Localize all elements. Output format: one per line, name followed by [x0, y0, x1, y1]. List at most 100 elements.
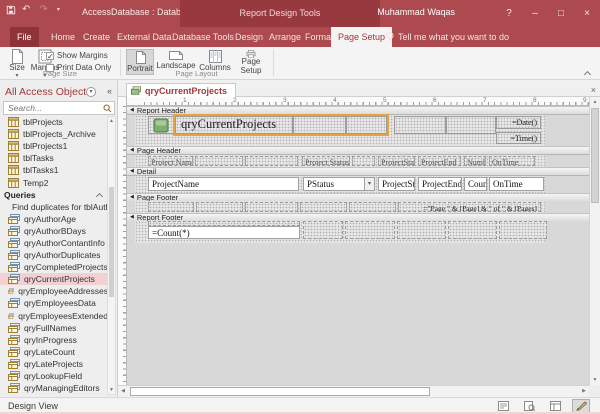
save-icon[interactable]	[6, 5, 16, 15]
nav-menu-icon[interactable]: ▾	[86, 87, 96, 97]
nav-item[interactable]: qryLateCount	[0, 346, 108, 358]
design-vertical-scrollbar[interactable]: ▲ ▼	[589, 97, 600, 385]
nav-item[interactable]: qryAuthorContantInfo	[0, 237, 108, 249]
nav-item[interactable]: tblTasks	[0, 152, 108, 164]
page-header-label-cell[interactable]: Numb	[464, 156, 486, 166]
nav-item[interactable]: qryAuthorBDays	[0, 225, 108, 237]
detail-bar[interactable]: ◀ Detail	[127, 167, 589, 176]
nav-item[interactable]: qryCurrentProjects	[0, 273, 108, 285]
search-input[interactable]	[6, 102, 100, 114]
empty-header-cell[interactable]	[394, 116, 446, 134]
date-textbox[interactable]: =Date()	[496, 116, 541, 129]
page-footer-cell[interactable]	[300, 202, 347, 212]
print-preview-button[interactable]	[520, 399, 538, 413]
time-textbox[interactable]: =Time()	[496, 132, 541, 144]
document-tab[interactable]: qryCurrentProjects	[126, 83, 236, 97]
page-header-label-cell[interactable]: ProjectEnd	[418, 156, 461, 166]
nav-item[interactable]: tblProjects_Archive	[0, 128, 108, 140]
scroll-down-icon[interactable]: ▼	[590, 377, 600, 383]
tab-page-setup[interactable]: Page Setup	[331, 27, 392, 47]
page-number-textbox[interactable]: ="Page " & [Page] & " of " & [Pages]	[398, 202, 541, 212]
design-view-button[interactable]	[572, 399, 590, 413]
nav-search-box[interactable]	[3, 101, 115, 115]
nav-item[interactable]: qryCompletedProjects	[0, 261, 108, 273]
nav-group-header[interactable]: Queries	[0, 189, 108, 201]
report-footer-cell[interactable]	[303, 221, 343, 239]
nav-scrollbar[interactable]: ▲ ▼	[107, 116, 116, 395]
page-footer-band[interactable]: ="Page " & [Page] & " of " & [Pages]	[127, 201, 589, 213]
page-footer-cell[interactable]	[245, 202, 298, 212]
selection-border[interactable]	[173, 114, 389, 136]
scroll-thumb[interactable]	[130, 387, 430, 396]
detail-field-ProjectEnd[interactable]: ProjectEnd	[418, 177, 462, 191]
nav-item[interactable]: qryInProgress	[0, 334, 108, 346]
detail-field-OnTime[interactable]: OnTime	[489, 177, 544, 191]
scroll-up-icon[interactable]: ▲	[590, 99, 600, 105]
detail-field-ProjectStart[interactable]: ProjectStart	[378, 177, 415, 191]
report-footer-cell[interactable]	[499, 221, 547, 239]
nav-item[interactable]: qryFullNames	[0, 322, 108, 334]
report-footer-cell[interactable]	[345, 221, 395, 239]
show-margins-checkbox[interactable]: ✓ Show Margins	[46, 51, 108, 60]
detail-field-ProjectName[interactable]: ProjectName	[148, 177, 299, 191]
scroll-down-icon[interactable]: ▼	[108, 387, 115, 393]
nav-item[interactable]: qryLookupField	[0, 370, 108, 382]
scroll-right-icon[interactable]: ▶	[579, 386, 589, 397]
page-header-label-cell[interactable]	[352, 156, 375, 166]
page-header-label-cell[interactable]: ProjectStart	[378, 156, 415, 166]
layout-view-button[interactable]	[546, 399, 564, 413]
collapse-group-icon[interactable]	[96, 193, 103, 200]
redo-icon[interactable]: ↷▾	[39, 5, 50, 15]
tab-file[interactable]: File	[10, 27, 39, 47]
nav-item[interactable]: tblProjects	[0, 116, 108, 128]
minimize-button[interactable]: –	[522, 0, 548, 27]
scroll-left-icon[interactable]: ◀	[118, 386, 128, 397]
nav-item[interactable]: qryManagingEditors	[0, 382, 108, 394]
detail-field-PStatus[interactable]: PStatus▾	[303, 177, 375, 191]
page-header-label-cell[interactable]: Project Status	[302, 156, 350, 166]
page-footer-cell[interactable]	[148, 202, 194, 212]
nav-scroll-thumb[interactable]	[109, 187, 114, 297]
scroll-thumb[interactable]	[591, 108, 599, 203]
page-footer-cell[interactable]	[196, 202, 243, 212]
help-button[interactable]: ?	[496, 0, 522, 27]
page-header-band[interactable]: Project Name Project Status ProjectStartPr…	[127, 155, 589, 167]
nav-item[interactable]: qryAuthorAge	[0, 213, 108, 225]
nav-item[interactable]: qryEmployeeAddresses	[0, 285, 108, 297]
count-textbox[interactable]: =Count(*)	[148, 226, 300, 239]
customize-toolbar-icon[interactable]: ▾	[57, 7, 60, 13]
close-document-icon[interactable]: ×	[591, 83, 596, 97]
nav-item[interactable]: Temp2	[0, 176, 108, 188]
nav-item[interactable]: Find duplicates for tblAuthors	[0, 201, 108, 213]
detail-band[interactable]: ProjectName PStatus▾ProjectStartProjectEn…	[127, 176, 589, 193]
combo-dropdown-icon[interactable]: ▾	[364, 178, 374, 190]
report-header-band[interactable]: qryCurrentProjects =Date() =Time()	[127, 115, 589, 146]
nav-item[interactable]: qryEmployeesData	[0, 297, 108, 309]
logo-placeholder-cell[interactable]	[148, 116, 175, 134]
tell-me-box[interactable]: Tell me what you want to do	[386, 27, 509, 47]
report-footer-cell[interactable]	[448, 221, 497, 239]
nav-item[interactable]: tblTasks1	[0, 164, 108, 176]
shutter-close-icon[interactable]: «	[107, 86, 112, 96]
nav-item[interactable]: tblProjects1	[0, 140, 108, 152]
design-horizontal-scrollbar[interactable]: ◀ ▶	[118, 385, 589, 397]
nav-item[interactable]: qryAuthorDuplicates	[0, 249, 108, 261]
nav-item[interactable]: qryLateProjects	[0, 358, 108, 370]
detail-field-Count[interactable]: Count	[464, 177, 487, 191]
report-footer-cell[interactable]	[397, 221, 446, 239]
page-header-label-cell[interactable]	[245, 156, 298, 166]
page-header-label-cell[interactable]: OnTime	[489, 156, 535, 166]
undo-icon[interactable]: ↶▾	[22, 5, 33, 15]
report-footer-band[interactable]: =Count(*)	[127, 221, 589, 243]
collapse-ribbon-icon[interactable]	[584, 71, 591, 78]
page-header-label-cell[interactable]: Project Name	[148, 156, 193, 166]
nav-item[interactable]: qryEmployeesExtended	[0, 310, 108, 322]
scroll-up-icon[interactable]: ▲	[108, 118, 115, 124]
close-button[interactable]: ×	[574, 0, 600, 27]
page-footer-cell[interactable]	[349, 202, 396, 212]
page-header-label-cell[interactable]	[195, 156, 243, 166]
report-view-button[interactable]	[494, 399, 512, 413]
empty-header-cell[interactable]	[446, 116, 496, 134]
page-header-bar[interactable]: ◀ Page Header	[127, 146, 589, 155]
user-name[interactable]: Muhammad Waqas	[377, 7, 455, 17]
